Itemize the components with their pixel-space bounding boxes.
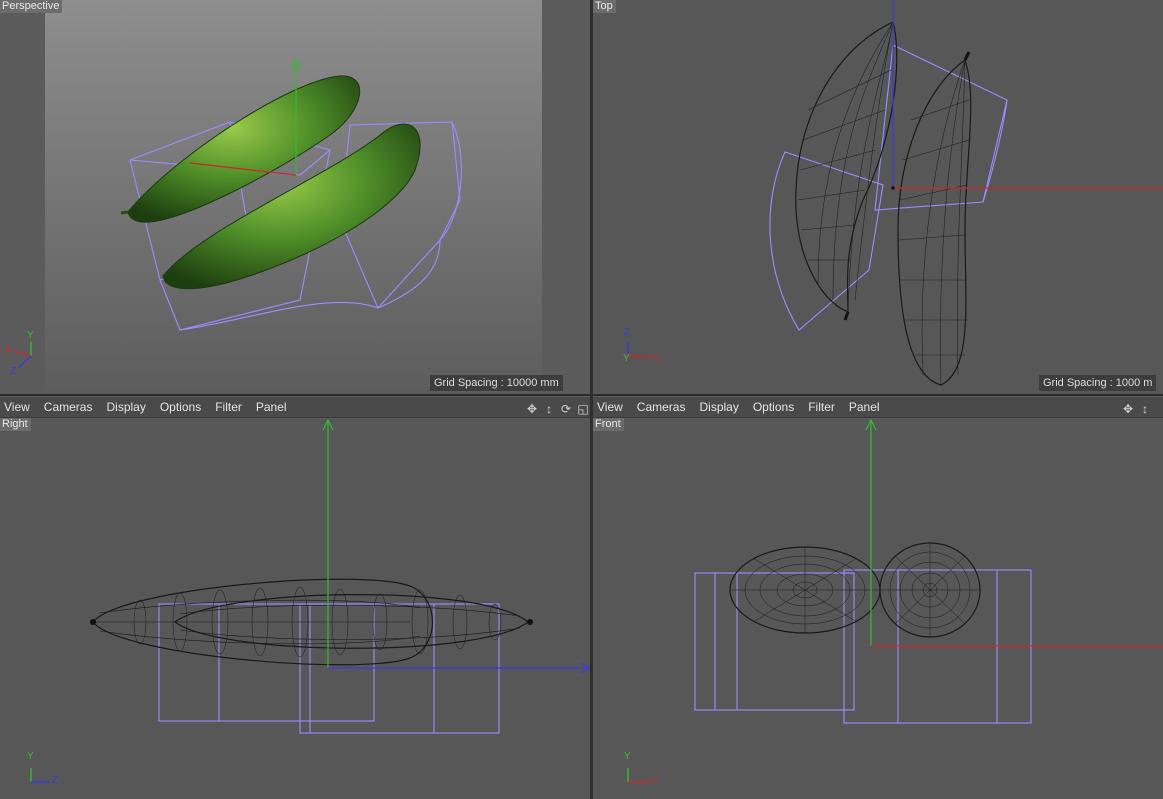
menu-view[interactable]: View	[0, 397, 36, 417]
grid-spacing-top: Grid Spacing : 1000 m	[1039, 375, 1157, 391]
axis-label-z: Z	[10, 366, 17, 377]
viewport-label-perspective[interactable]: Perspective	[0, 0, 63, 13]
menu-cameras[interactable]: Cameras	[38, 397, 99, 417]
zoom-view-icon[interactable]: ↕	[542, 402, 556, 416]
object-axis-gizmo[interactable]	[865, 418, 1163, 647]
object-axis-gizmo[interactable]	[322, 418, 590, 674]
world-axis-indicator	[30, 768, 50, 783]
axis-label-z: Z	[52, 775, 59, 786]
menu-filter[interactable]: Filter	[209, 397, 248, 417]
wireframe-cucumber-front-1[interactable]	[729, 546, 881, 634]
axis-label-x: X	[652, 775, 659, 786]
wireframe-cucumber-front-2[interactable]	[879, 542, 981, 638]
viewport-label-top[interactable]: Top	[593, 0, 616, 13]
wireframe-cucumber-side-1[interactable]	[92, 578, 433, 666]
front-scene	[627, 418, 1163, 783]
top-scene	[627, 0, 1163, 386]
wireframe-cucumber-2[interactable]	[897, 51, 972, 386]
menu-display[interactable]: Display	[100, 397, 151, 417]
viewport-label-front[interactable]: Front	[593, 418, 624, 431]
menu-cameras[interactable]: Cameras	[631, 397, 692, 417]
object-axis-gizmo[interactable]	[891, 0, 1163, 190]
viewport-front[interactable]: Front Y X	[593, 418, 1163, 799]
world-axis-indicator	[627, 342, 650, 357]
viewport-divider[interactable]	[590, 0, 593, 799]
axis-label-y: Y	[624, 751, 631, 762]
viewport-label-right[interactable]: Right	[0, 418, 31, 431]
menu-filter[interactable]: Filter	[802, 397, 841, 417]
axis-label-y: Y	[27, 751, 34, 762]
menubar-front-view: ViewCamerasDisplayOptionsFilterPanel ✥↕⟳	[593, 396, 1163, 418]
axis-label-z: Z	[624, 327, 631, 338]
axis-label-x: X	[5, 345, 12, 356]
right-scene	[30, 418, 590, 783]
menu-panel[interactable]: Panel	[843, 397, 886, 417]
menu-options[interactable]: Options	[154, 397, 207, 417]
move-view-icon[interactable]: ✥	[525, 402, 539, 416]
menu-panel[interactable]: Panel	[250, 397, 293, 417]
perspective-scene	[0, 0, 590, 394]
axis-label-x: X	[652, 353, 659, 364]
zoom-view-icon[interactable]: ↕	[1138, 402, 1152, 416]
menu-options[interactable]: Options	[747, 397, 800, 417]
world-axis-indicator	[627, 768, 650, 783]
viewport-perspective[interactable]: Perspective Y X Z Grid Spacing : 10000 m…	[0, 0, 590, 394]
axis-label-y: Y	[623, 353, 630, 364]
grid-spacing-perspective: Grid Spacing : 10000 mm	[430, 375, 563, 391]
axis-label-y: Y	[27, 330, 34, 341]
toggle-layout-icon[interactable]: ◱	[576, 402, 590, 416]
rotate-view-icon[interactable]: ⟳	[559, 402, 573, 416]
wireframe-cucumber-1[interactable]	[795, 21, 898, 321]
menu-view[interactable]: View	[593, 397, 629, 417]
viewport-right[interactable]: Right Y Z	[0, 418, 590, 799]
viewport-top[interactable]: Top Z Y X Grid Spacing : 1000 m	[593, 0, 1163, 394]
menubar-right-view: View Cameras Display Options Filter Panel ✥ ↕ ⟳…	[0, 396, 590, 418]
menu-display[interactable]: Display	[693, 397, 744, 417]
move-view-icon[interactable]: ✥	[1121, 402, 1135, 416]
